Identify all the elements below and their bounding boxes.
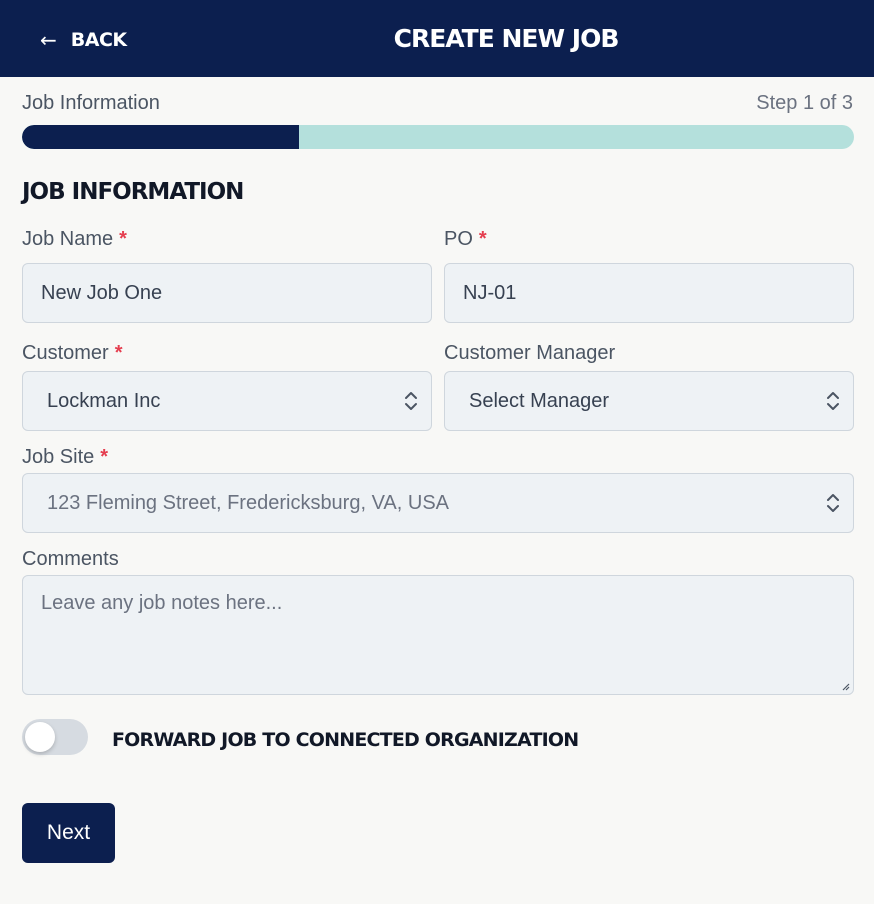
next-button[interactable]: Next — [22, 803, 115, 863]
progress-fill — [22, 125, 300, 149]
section-heading: JOB INFORMATION — [22, 179, 244, 205]
customer-manager-label: Customer Manager — [444, 342, 616, 364]
customer-select[interactable]: Lockman Inc — [22, 371, 432, 431]
job-site-label: Job Site * — [22, 446, 109, 468]
step-counter: Step 1 of 3 — [756, 92, 853, 114]
toggle-knob — [25, 722, 55, 752]
chevron-up-down-icon — [813, 391, 853, 411]
required-marker: * — [119, 228, 127, 250]
chevron-up-down-icon — [813, 493, 853, 513]
job-site-select[interactable]: 123 Fleming Street, Fredericksburg, VA, … — [22, 473, 854, 533]
progress-bar — [22, 125, 854, 149]
comments-textarea[interactable]: Leave any job notes here... — [22, 575, 854, 695]
step-title: Job Information — [22, 92, 160, 114]
required-marker: * — [100, 446, 109, 468]
po-input[interactable]: NJ-01 — [444, 263, 854, 323]
chevron-up-down-icon — [391, 391, 431, 411]
customer-manager-select[interactable]: Select Manager — [444, 371, 854, 431]
required-marker: * — [114, 342, 123, 364]
job-name-label: Job Name * — [22, 228, 127, 250]
top-bar: ← BACK CREATE NEW JOB — [0, 0, 874, 77]
forward-job-label: FORWARD JOB TO CONNECTED ORGANIZATION — [112, 729, 579, 751]
po-label: PO * — [444, 228, 487, 250]
comments-label: Comments — [22, 548, 119, 570]
required-marker: * — [478, 228, 487, 250]
forward-job-toggle[interactable] — [22, 719, 88, 755]
resize-handle-icon[interactable] — [840, 681, 850, 691]
customer-label: Customer * — [22, 342, 123, 364]
job-name-input[interactable]: New Job One — [22, 263, 432, 323]
page-title: CREATE NEW JOB — [393, 24, 620, 53]
